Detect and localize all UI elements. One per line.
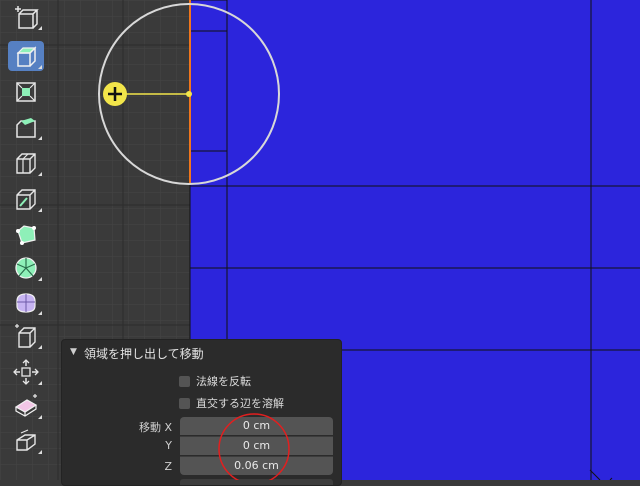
extrude-plus-icon[interactable] [103, 82, 127, 106]
move-x-label: 移動 X [138, 421, 172, 434]
operator-panel-header[interactable]: ▼ 領域を押し出して移動 [62, 340, 341, 366]
flip-normals-row[interactable]: 法線を反転 [179, 372, 251, 390]
knife-icon [16, 189, 36, 210]
shrink-fatten-icon [13, 359, 39, 385]
move-y-label: Y [165, 439, 172, 452]
dissolve-edges-label: 直交する辺を溶解 [196, 397, 284, 410]
tool-knife[interactable] [8, 184, 44, 214]
loop-cut-icon [16, 153, 36, 174]
flip-normals-label: 法線を反転 [196, 375, 251, 388]
rip-region-icon [16, 429, 36, 451]
smooth-icon [16, 293, 36, 313]
edge-slide-icon [15, 324, 36, 348]
tool-loop-cut[interactable] [8, 148, 44, 178]
operator-panel: ▼ 領域を押し出して移動 法線を反転 直交する辺を溶解 移動 X 0 cm Y … [61, 339, 342, 486]
tool-edge-slide[interactable] [8, 321, 44, 351]
move-x-field[interactable]: 0 cm [180, 417, 333, 435]
tool-extrude-region[interactable] [8, 41, 44, 71]
tool-inset-faces[interactable] [8, 77, 44, 107]
dissolve-edges-row[interactable]: 直交する辺を溶解 [179, 394, 284, 412]
gizmo-center-dot [186, 91, 192, 97]
collapse-triangle-icon[interactable]: ▼ [70, 347, 77, 357]
tool-shrink-fatten[interactable] [8, 357, 44, 387]
extrude-region-icon [16, 46, 37, 67]
move-z-label: Z [164, 460, 172, 473]
tool-rip-region[interactable] [8, 426, 44, 456]
operator-panel-title: 領域を押し出して移動 [84, 347, 204, 361]
tool-bevel[interactable] [8, 112, 44, 142]
tool-shear[interactable] [8, 391, 44, 421]
flip-normals-checkbox[interactable] [179, 375, 190, 387]
move-z-field[interactable]: 0.06 cm [180, 456, 333, 475]
dissolve-edges-checkbox[interactable] [179, 397, 190, 409]
spin-icon [15, 257, 37, 279]
tool-add-cube[interactable] [8, 2, 44, 32]
toolbar [6, 0, 48, 460]
move-y-field[interactable]: 0 cm [180, 436, 333, 455]
add-cube-icon [15, 6, 39, 29]
tool-spin[interactable] [8, 253, 44, 283]
shear-icon [14, 394, 38, 417]
inset-faces-icon [16, 82, 36, 102]
bevel-icon [16, 118, 36, 138]
tool-smooth[interactable] [8, 287, 44, 317]
poly-build-icon [16, 225, 36, 245]
tool-poly-build[interactable] [8, 219, 44, 249]
